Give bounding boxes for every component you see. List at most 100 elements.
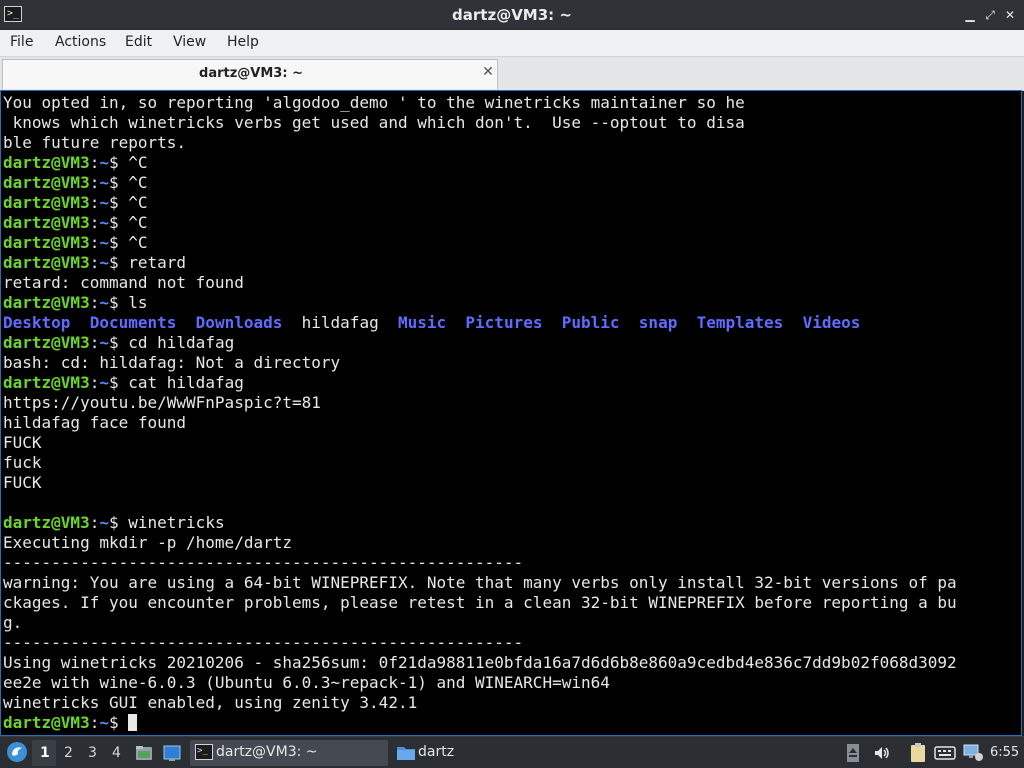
tab-terminal[interactable]: dartz@VM3: ~ ✕ xyxy=(2,59,498,89)
menu-view[interactable]: View xyxy=(173,34,206,50)
prompt-command: ^C xyxy=(128,173,148,192)
workspace-4[interactable]: 4 xyxy=(112,745,121,761)
menu-actions[interactable]: Actions xyxy=(55,34,106,50)
terminal-output-line: retard: command not found xyxy=(3,273,244,292)
terminal-prompt-line: dartz@VM3:~$ ^C xyxy=(3,153,1021,173)
prompt-dollar: $ xyxy=(108,293,129,312)
prompt-colon: : xyxy=(89,213,100,232)
prompt-path: ~ xyxy=(99,713,109,732)
volume-icon[interactable] xyxy=(872,743,892,763)
terminal-prompt-line: dartz@VM3:~$ ^C xyxy=(3,193,1021,213)
terminal-output-line: fuck xyxy=(3,453,42,472)
tab-close-icon[interactable]: ✕ xyxy=(481,64,495,80)
clipboard-icon[interactable] xyxy=(908,742,928,764)
prompt-dollar: $ xyxy=(108,253,129,272)
prompt-user: dartz@VM3 xyxy=(3,173,90,192)
prompt-dollar: $ xyxy=(108,513,129,532)
ls-directory: Templates xyxy=(696,313,784,332)
task-folder[interactable]: dartz xyxy=(392,740,590,766)
terminal-output-line: ble future reports. xyxy=(3,133,187,152)
network-icon[interactable] xyxy=(962,743,984,763)
prompt-user: dartz@VM3 xyxy=(3,213,90,232)
close-icon[interactable]: ✕ xyxy=(1002,7,1018,23)
prompt-colon: : xyxy=(89,713,100,732)
prompt-command: cd hildafag xyxy=(128,333,235,352)
ls-directory: Pictures xyxy=(465,313,543,332)
prompt-colon: : xyxy=(89,373,100,392)
terminal-prompt-line: dartz@VM3:~$ winetricks xyxy=(3,513,1021,533)
terminal-output[interactable]: You opted in, so reporting 'algodoo_demo… xyxy=(0,90,1022,736)
prompt-path: ~ xyxy=(99,213,109,232)
start-menu-icon[interactable] xyxy=(6,741,28,763)
minimize-icon[interactable]: ▁ xyxy=(962,7,978,23)
prompt-user: dartz@VM3 xyxy=(3,333,90,352)
prompt-command: ^C xyxy=(128,213,148,232)
prompt-path: ~ xyxy=(99,333,109,352)
terminal-cursor xyxy=(128,714,138,731)
prompt-dollar: $ xyxy=(108,233,129,252)
prompt-command: winetricks xyxy=(128,513,225,532)
window-title: dartz@VM3: ~ xyxy=(452,6,572,24)
window-titlebar[interactable]: >_ dartz@VM3: ~ ▁ ⤢ ✕ xyxy=(0,0,1024,30)
ls-directory: Documents xyxy=(89,313,177,332)
prompt-path: ~ xyxy=(99,233,109,252)
keyboard-icon[interactable] xyxy=(934,743,956,763)
taskbar: 1 2 3 4 >_ dartz@VM3: ~ dartz 6:55 xyxy=(0,736,1024,768)
ls-file: hildafag xyxy=(301,313,379,332)
prompt-colon: : xyxy=(89,153,100,172)
prompt-colon: : xyxy=(89,513,100,532)
prompt-user: dartz@VM3 xyxy=(3,233,90,252)
ls-directory: Music xyxy=(397,313,447,332)
task-folder-label: dartz xyxy=(418,744,455,760)
task-terminal-label: dartz@VM3: ~ xyxy=(216,744,318,760)
terminal-output-line: warning: You are using a 64-bit WINEPREF… xyxy=(3,573,957,592)
folder-icon xyxy=(396,744,416,762)
prompt-dollar: $ xyxy=(108,193,129,212)
task-terminal[interactable]: >_ dartz@VM3: ~ xyxy=(190,740,388,766)
prompt-dollar: $ xyxy=(108,173,129,192)
prompt-colon: : xyxy=(89,233,100,252)
prompt-path: ~ xyxy=(99,373,109,392)
prompt-path: ~ xyxy=(99,513,109,532)
terminal-output-line: bash: cd: hildafag: Not a directory xyxy=(3,353,341,372)
prompt-path: ~ xyxy=(99,253,109,272)
terminal-prompt-line: dartz@VM3:~$ retard xyxy=(3,253,1021,273)
prompt-path: ~ xyxy=(99,173,109,192)
ls-directory: Public xyxy=(561,313,620,332)
prompt-path: ~ xyxy=(99,293,109,312)
terminal-ls-line: Desktop Documents Downloads hildafag Mus… xyxy=(3,313,1021,333)
workspace-1[interactable]: 1 xyxy=(40,745,50,761)
ls-directory: Videos xyxy=(802,313,861,332)
prompt-command: retard xyxy=(128,253,187,272)
prompt-colon: : xyxy=(89,173,100,192)
prompt-dollar: $ xyxy=(108,333,129,352)
prompt-user: dartz@VM3 xyxy=(3,373,90,392)
desktop-launcher-icon[interactable] xyxy=(162,743,182,763)
prompt-command: cat hildafag xyxy=(128,373,244,392)
prompt-dollar: $ xyxy=(108,153,129,172)
file-manager-launcher-icon[interactable] xyxy=(134,743,154,763)
prompt-dollar: $ xyxy=(108,213,129,232)
prompt-colon: : xyxy=(89,333,100,352)
menu-edit[interactable]: Edit xyxy=(125,34,152,50)
terminal-output-line: knows which winetricks verbs get used an… xyxy=(3,113,745,132)
prompt-path: ~ xyxy=(99,153,109,172)
maximize-icon[interactable]: ⤢ xyxy=(982,7,998,23)
prompt-user: dartz@VM3 xyxy=(3,713,90,732)
workspace-2[interactable]: 2 xyxy=(64,745,73,761)
prompt-command: ^C xyxy=(128,193,148,212)
prompt-user: dartz@VM3 xyxy=(3,253,90,272)
menu-help[interactable]: Help xyxy=(227,34,259,50)
prompt-command: ls xyxy=(128,293,148,312)
menu-file[interactable]: File xyxy=(10,34,33,50)
prompt-user: dartz@VM3 xyxy=(3,153,90,172)
terminal-output-line: Using winetricks 20210206 - sha256sum: 0… xyxy=(3,653,957,672)
workspace-3[interactable]: 3 xyxy=(88,745,97,761)
terminal-lines: You opted in, so reporting 'algodoo_demo… xyxy=(3,93,1021,733)
clock[interactable]: 6:55 xyxy=(990,745,1019,760)
prompt-colon: : xyxy=(89,193,100,212)
prompt-user: dartz@VM3 xyxy=(3,513,90,532)
terminal-output-line: FUCK xyxy=(3,473,42,492)
eject-icon[interactable] xyxy=(846,743,860,763)
terminal-output-line: winetricks GUI enabled, using zenity 3.4… xyxy=(3,693,418,712)
